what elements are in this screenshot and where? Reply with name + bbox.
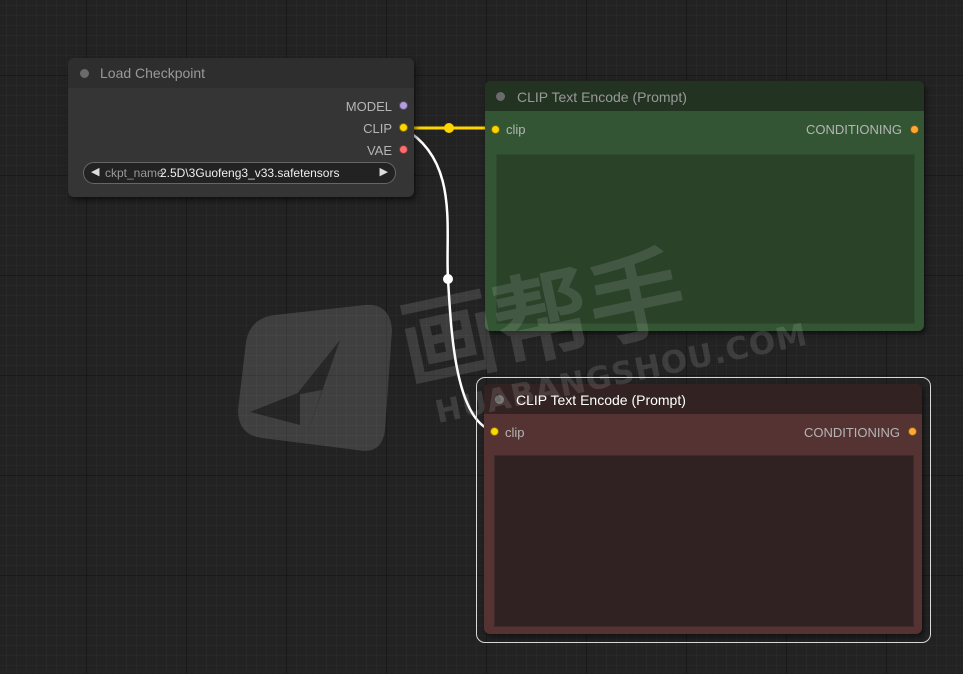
node-title-bar[interactable]: CLIP Text Encode (Prompt) [484, 384, 922, 414]
clip-text-encode-positive-node[interactable]: CLIP Text Encode (Prompt) clip CONDITION… [485, 81, 924, 331]
load-checkpoint-node[interactable]: Load Checkpoint MODEL CLIP VAE ◀ ckpt_na… [68, 58, 414, 197]
link-positive-center-handle[interactable] [444, 123, 454, 133]
clip-text-encode-negative-node[interactable]: CLIP Text Encode (Prompt) clip CONDITION… [484, 384, 922, 634]
prompt-textarea[interactable] [494, 455, 914, 627]
output-clip-slot[interactable] [399, 123, 408, 132]
output-clip-label: CLIP [363, 121, 392, 136]
combo-value: 2.5D\3Guofeng3_v33.safetensors [160, 166, 340, 180]
output-model-label: MODEL [345, 99, 392, 114]
ckpt-name-combo[interactable]: ◀ ckpt_name 2.5D\3Guofeng3_v33.safetenso… [83, 162, 396, 184]
output-conditioning-slot[interactable] [910, 125, 919, 134]
output-conditioning-label: CONDITIONING [805, 122, 902, 137]
combo-name-label: ckpt_name [105, 166, 164, 180]
link-negative-center-handle[interactable] [443, 274, 453, 284]
output-conditioning-label: CONDITIONING [803, 425, 900, 440]
input-clip-label: clip [506, 122, 526, 137]
combo-prev-arrow-icon[interactable]: ◀ [91, 165, 99, 178]
output-conditioning-slot[interactable] [908, 427, 917, 436]
prompt-textarea[interactable] [496, 154, 915, 324]
combo-next-arrow-icon[interactable]: ▶ [380, 165, 388, 178]
node-title-bar[interactable]: Load Checkpoint [68, 58, 414, 88]
input-clip-slot[interactable] [491, 125, 500, 134]
input-clip-slot[interactable] [490, 427, 499, 436]
node-title-bar[interactable]: CLIP Text Encode (Prompt) [485, 81, 924, 111]
node-title: CLIP Text Encode (Prompt) [517, 89, 687, 105]
node-title: Load Checkpoint [100, 65, 206, 81]
output-model-slot[interactable] [399, 101, 408, 110]
output-vae-label: VAE [366, 143, 392, 158]
node-title: CLIP Text Encode (Prompt) [516, 392, 686, 408]
collapse-dot-icon[interactable] [80, 69, 89, 78]
input-clip-label: clip [505, 425, 525, 440]
collapse-dot-icon[interactable] [495, 395, 504, 404]
collapse-dot-icon[interactable] [496, 92, 505, 101]
output-vae-slot[interactable] [399, 145, 408, 154]
